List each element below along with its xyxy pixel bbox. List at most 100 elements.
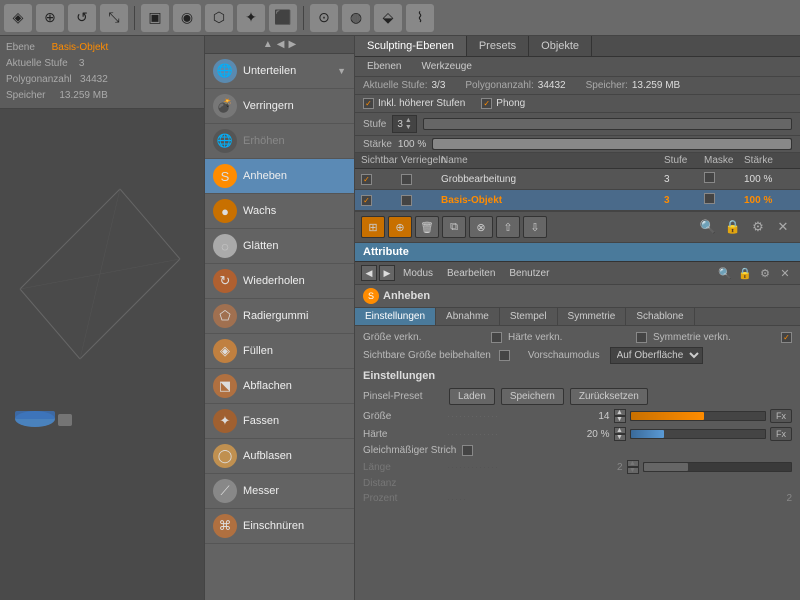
layer-lock-1[interactable] xyxy=(401,174,441,185)
layer-add-btn[interactable]: ⊞ xyxy=(361,216,385,238)
scroll-up-btn[interactable]: ▲ xyxy=(263,39,273,50)
menu-item-fullen[interactable]: ◈ Füllen xyxy=(205,334,354,369)
menu-item-wiederholen[interactable]: ↻ Wiederholen xyxy=(205,264,354,299)
layer-close-icon[interactable]: ✕ xyxy=(772,216,794,238)
tool-cube-icon[interactable]: ▣ xyxy=(141,4,169,32)
layer-moveup-btn[interactable]: ⇧ xyxy=(496,216,520,238)
grosse-fx-btn[interactable]: Fx xyxy=(770,409,792,423)
layer-lock-icon[interactable]: 🔒 xyxy=(722,216,744,238)
menu-item-wachs[interactable]: ● Wachs xyxy=(205,194,354,229)
menu-item-aufblasen[interactable]: ◯ Aufblasen xyxy=(205,439,354,474)
tool-deform-icon[interactable]: ⬙ xyxy=(374,4,402,32)
menu-item-abflachen[interactable]: ⬔ Abflachen xyxy=(205,369,354,404)
attr-modus[interactable]: Modus xyxy=(397,268,439,279)
attr-nav-right[interactable]: ▶ xyxy=(379,265,395,281)
layer-mask-1[interactable] xyxy=(704,172,744,186)
harte-fx-btn[interactable]: Fx xyxy=(770,427,792,441)
speichern-btn[interactable]: Speichern xyxy=(501,388,564,405)
sichtbare-cb[interactable] xyxy=(499,350,510,361)
attr-close-icon[interactable]: ✕ xyxy=(776,264,794,282)
layer-merge-btn[interactable]: ⊗ xyxy=(469,216,493,238)
phong-checkbox[interactable] xyxy=(481,98,492,109)
tool-sphere-icon[interactable]: ◉ xyxy=(173,4,201,32)
layer-delete-btn[interactable]: 🗑 xyxy=(415,216,439,238)
layer-mask-2[interactable] xyxy=(704,193,744,207)
mask-cb-1[interactable] xyxy=(704,172,715,183)
subtab-schablone[interactable]: Schablone xyxy=(626,308,694,325)
tool-move-icon[interactable]: ⊕ xyxy=(36,4,64,32)
attr-bearbeiten[interactable]: Bearbeiten xyxy=(441,268,501,279)
lange-down[interactable]: ▼ xyxy=(627,467,639,474)
stufe-up-btn[interactable]: ▲ xyxy=(405,117,412,124)
attr-search-icon[interactable]: 🔍 xyxy=(716,264,734,282)
lock-cb-2[interactable] xyxy=(401,195,412,206)
symmetrie-verkn-cb[interactable] xyxy=(781,332,792,343)
subtab-stempel[interactable]: Stempel xyxy=(500,308,558,325)
starke-slider[interactable] xyxy=(432,138,792,150)
subtab-ebenen[interactable]: Ebenen xyxy=(359,59,409,74)
menu-item-anheben[interactable]: S Anheben xyxy=(205,159,354,194)
attr-lock-icon[interactable]: 🔒 xyxy=(736,264,754,282)
layer-movedn-btn[interactable]: ⇩ xyxy=(523,216,547,238)
harte-down[interactable]: ▼ xyxy=(614,434,626,441)
grosse-verkn-cb[interactable] xyxy=(491,332,502,343)
tool-select-icon[interactable]: ◈ xyxy=(4,4,32,32)
laden-btn[interactable]: Laden xyxy=(449,388,495,405)
layer-copy-btn[interactable]: ⧉ xyxy=(442,216,466,238)
grosse-down[interactable]: ▼ xyxy=(614,416,626,423)
attr-benutzer[interactable]: Benutzer xyxy=(503,268,555,279)
tool-rotate-icon[interactable]: ↺ xyxy=(68,4,96,32)
stufe-slider[interactable] xyxy=(423,118,792,130)
zurucksetzen-btn[interactable]: Zurücksetzen xyxy=(570,388,648,405)
attr-settings-icon[interactable]: ⚙ xyxy=(756,264,774,282)
subtab-symmetrie[interactable]: Symmetrie xyxy=(558,308,627,325)
layer-vis-2[interactable] xyxy=(361,195,401,206)
tool-camera-icon[interactable]: ⬛ xyxy=(269,4,297,32)
tab-objekte[interactable]: Objekte xyxy=(529,36,592,56)
menu-item-glatten[interactable]: ◌ Glätten xyxy=(205,229,354,264)
vis-cb-1[interactable] xyxy=(361,174,372,185)
mask-cb-2[interactable] xyxy=(704,193,715,204)
menu-item-radiergummi[interactable]: ⬠ Radiergummi xyxy=(205,299,354,334)
tool-light-icon[interactable]: ✦ xyxy=(237,4,265,32)
tool-scale-icon[interactable]: ⤡ xyxy=(100,4,128,32)
menu-item-verringern[interactable]: 💣 Verringern xyxy=(205,89,354,124)
layer-lock-2[interactable] xyxy=(401,195,441,206)
stufe-down-btn[interactable]: ▼ xyxy=(405,124,412,131)
layer-search-icon[interactable]: 🔍 xyxy=(697,216,719,238)
layer-settings-icon[interactable]: ⚙ xyxy=(747,216,769,238)
lange-slider[interactable] xyxy=(643,462,793,472)
inkl-checkbox[interactable] xyxy=(363,98,374,109)
subtab-abnahme[interactable]: Abnahme xyxy=(436,308,500,325)
vis-cb-2[interactable] xyxy=(361,195,372,206)
tab-sculpting-ebenen[interactable]: Sculpting-Ebenen xyxy=(355,36,467,56)
tool-spline-icon[interactable]: ⌇ xyxy=(406,4,434,32)
left-viewport[interactable] xyxy=(0,109,204,600)
unterteilen-expand[interactable]: ▼ xyxy=(337,66,346,76)
grosse-up[interactable]: ▲ xyxy=(614,409,626,416)
grosse-slider[interactable] xyxy=(630,411,767,421)
menu-item-fassen[interactable]: ✦ Fassen xyxy=(205,404,354,439)
tool-render-icon[interactable]: ⊙ xyxy=(310,4,338,32)
subtab-einstellungen[interactable]: Einstellungen xyxy=(355,308,436,325)
scroll-right-btn[interactable]: ▶ xyxy=(288,39,296,50)
subtab-werkzeuge[interactable]: Werkzeuge xyxy=(413,59,479,74)
gleichmassiger-cb[interactable] xyxy=(462,445,473,456)
vorschau-select[interactable]: Auf Oberfläche xyxy=(610,347,703,364)
harte-verkn-cb[interactable] xyxy=(636,332,647,343)
tool-cylinder-icon[interactable]: ⬡ xyxy=(205,4,233,32)
attr-nav-left[interactable]: ◀ xyxy=(361,265,377,281)
stufe-input-group[interactable]: 3 ▲ ▼ xyxy=(392,115,417,133)
tool-material-icon[interactable]: ◍ xyxy=(342,4,370,32)
lock-cb-1[interactable] xyxy=(401,174,412,185)
harte-up[interactable]: ▲ xyxy=(614,427,626,434)
scroll-left-btn[interactable]: ◀ xyxy=(277,39,285,50)
lange-up[interactable]: ▲ xyxy=(627,460,639,467)
menu-item-einschnuren[interactable]: ⌘ Einschnüren xyxy=(205,509,354,544)
menu-item-messer[interactable]: ⟋ Messer xyxy=(205,474,354,509)
menu-item-unterteilen[interactable]: 🌐 Unterteilen ▼ xyxy=(205,54,354,89)
layer-add2-btn[interactable]: ⊕ xyxy=(388,216,412,238)
layer-vis-1[interactable] xyxy=(361,174,401,185)
tab-presets[interactable]: Presets xyxy=(467,36,529,56)
harte-slider[interactable] xyxy=(630,429,767,439)
